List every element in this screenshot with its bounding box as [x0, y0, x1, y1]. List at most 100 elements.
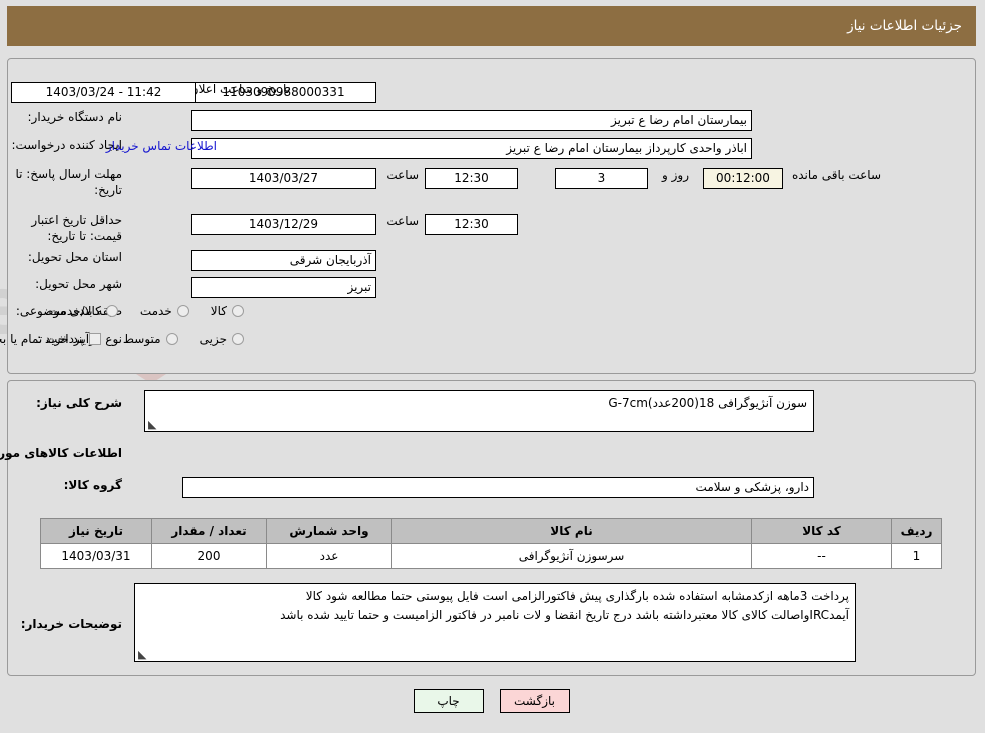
col-header-name: نام کالا — [392, 518, 753, 544]
col-header-qty: تعداد / مقدار — [152, 518, 268, 544]
cell-need-date: 1403/03/31 — [41, 543, 153, 569]
cell-name: سرسوزن آنژیوگرافی — [392, 543, 753, 569]
category-options: کالا خدمت کالا/خدمت — [28, 304, 245, 318]
buyer-contact-link-wrap: اطلاعات تماس خریدار — [107, 139, 218, 153]
response-deadline-remaining-label-wrap: ساعت باقی مانده — [793, 168, 882, 182]
radio-icon[interactable] — [177, 305, 190, 317]
cell-qty: 200 — [152, 543, 268, 569]
radio-icon[interactable] — [106, 305, 119, 317]
buyer-org-field-wrap: بیمارستان امام رضا ع تبریز — [192, 110, 753, 131]
resize-handle-icon[interactable]: ◢ — [139, 648, 149, 661]
announce-datetime-value[interactable]: 11:42 - 1403/03/24 — [12, 82, 197, 103]
table-header-row: ردیف کد کالا نام کالا واحد شمارش تعداد /… — [41, 518, 943, 544]
treasury-bond-payment-option[interactable]: پرداخت تمام یا بخشی از مبلغ خرید،از محل … — [0, 332, 102, 346]
buyer-notes-line-1: پرداخت 3ماهه ازکدمشابه استفاده شده بارگذ… — [306, 589, 850, 603]
goods-table-wrap: ردیف کد کالا نام کالا واحد شمارش تعداد /… — [41, 518, 943, 569]
purchase-type-option-minor-label: جزیی — [200, 332, 228, 346]
announce-datetime-field-wrap: 11:42 - 1403/03/24 — [12, 82, 197, 103]
category-option-goods-label: کالا — [211, 304, 228, 318]
summary-label: شرح کلی نیاز: — [37, 396, 123, 410]
response-deadline-countdown-wrap: 00:12:00 — [704, 168, 784, 189]
summary-label-wrap: شرح کلی نیاز: — [37, 396, 123, 410]
goods-group-label-wrap: گروه کالا: — [65, 478, 123, 492]
price-validity-time-wrap: 12:30 — [426, 214, 519, 235]
buyer-notes-label-wrap: توضیحات خریدار: — [22, 617, 123, 631]
price-validity-time-label: ساعت — [387, 214, 420, 228]
response-deadline-countdown: 00:12:00 — [704, 168, 784, 189]
page-header: جزئیات اطلاعات نیاز — [8, 6, 977, 46]
page-title: جزئیات اطلاعات نیاز — [848, 18, 963, 34]
col-header-unit: واحد شمارش — [267, 518, 393, 544]
goods-table: ردیف کد کالا نام کالا واحد شمارش تعداد /… — [41, 518, 943, 569]
category-option-goods-service-label: کالا/خدمت — [49, 304, 102, 318]
purchase-type-option-minor[interactable]: جزیی — [201, 332, 245, 346]
print-button[interactable]: چاپ — [414, 689, 485, 713]
buyer-org-label-wrap: نام دستگاه خریدار: — [29, 110, 124, 124]
col-header-row: ردیف — [892, 518, 943, 544]
response-deadline-time-label-wrap: ساعت — [387, 168, 420, 182]
goods-section-title: اطلاعات کالاهای مورد نیاز — [0, 446, 123, 460]
goods-group-value[interactable]: دارو، پزشکی و سلامت — [183, 477, 815, 498]
category-option-goods[interactable]: کالا — [212, 304, 245, 318]
price-validity-date[interactable]: 1403/12/29 — [192, 214, 377, 235]
treasury-bond-payment-note: پرداخت تمام یا بخشی از مبلغ خرید،از محل … — [0, 332, 85, 346]
purchase-type-option-medium-label: متوسط — [123, 332, 162, 346]
cell-code: -- — [752, 543, 893, 569]
cell-row: 1 — [892, 543, 943, 569]
price-validity-time-label-wrap: ساعت — [387, 214, 420, 228]
goods-group-label: گروه کالا: — [64, 478, 123, 492]
response-deadline-label-wrap: مهلت ارسال پاسخ: تا تاریخ: — [13, 166, 123, 198]
category-option-service[interactable]: خدمت — [141, 304, 190, 318]
response-deadline-date-wrap: 1403/03/27 — [192, 168, 377, 189]
response-deadline-days[interactable]: 3 — [556, 168, 649, 189]
radio-icon[interactable] — [233, 333, 245, 345]
response-deadline-remaining-label: ساعت باقی مانده — [792, 168, 882, 182]
category-option-goods-service[interactable]: کالا/خدمت — [50, 304, 119, 318]
delivery-province-label-wrap: استان محل تحویل: — [29, 250, 123, 264]
category-option-service-label: خدمت — [140, 304, 173, 318]
delivery-city-value[interactable]: تبریز — [192, 277, 377, 298]
summary-textarea[interactable]: سوزن آنژیوگرافی 18(200عدد)G-7cm ◢ — [145, 390, 815, 432]
purchase-type-option-medium[interactable]: متوسط — [124, 332, 179, 346]
col-header-need-date: تاریخ نیاز — [41, 518, 153, 544]
request-creator-field-wrap: اباذر واحدی کارپرداز بیمارستان امام رضا … — [192, 138, 753, 159]
radio-icon[interactable] — [233, 305, 245, 317]
response-deadline-date[interactable]: 1403/03/27 — [192, 168, 377, 189]
price-validity-date-wrap: 1403/12/29 — [192, 214, 377, 235]
buyer-contact-link[interactable]: اطلاعات تماس خریدار — [107, 139, 218, 153]
buyer-notes-label: توضیحات خریدار: — [21, 617, 123, 631]
price-validity-label: حداقل تاریخ اعتبار قیمت: تا تاریخ: — [32, 213, 123, 243]
resize-handle-icon[interactable]: ◢ — [149, 418, 159, 431]
summary-value: سوزن آنژیوگرافی 18(200عدد)G-7cm — [609, 396, 808, 410]
delivery-city-label-wrap: شهر محل تحویل: — [36, 277, 123, 291]
buyer-org-label: نام دستگاه خریدار: — [28, 110, 124, 124]
response-deadline-time-label: ساعت — [387, 168, 420, 182]
response-deadline-days-label-wrap: روز و — [663, 168, 690, 182]
delivery-city-label: شهر محل تحویل: — [36, 277, 123, 291]
buyer-notes-textarea[interactable]: پرداخت 3ماهه ازکدمشابه استفاده شده بارگذ… — [135, 583, 857, 662]
action-buttons: بازگشت چاپ — [0, 689, 985, 713]
response-deadline-days-label: روز و — [663, 168, 690, 182]
purchase-type-options: جزیی متوسط پرداخت تمام یا بخشی از مبلغ خ… — [0, 332, 245, 346]
goods-group-field-wrap: دارو، پزشکی و سلامت — [183, 477, 815, 498]
checkbox-icon[interactable] — [89, 333, 102, 345]
response-deadline-label: مهلت ارسال پاسخ: تا تاریخ: — [16, 167, 123, 197]
cell-unit: عدد — [267, 543, 393, 569]
response-deadline-time-wrap: 12:30 — [426, 168, 519, 189]
price-validity-label-wrap: حداقل تاریخ اعتبار قیمت: تا تاریخ: — [11, 212, 123, 244]
request-creator-value[interactable]: اباذر واحدی کارپرداز بیمارستان امام رضا … — [192, 138, 753, 159]
price-validity-time[interactable]: 12:30 — [426, 214, 519, 235]
buyer-notes-line-2: آیمدIRCواصالت کالای کالا معتبرداشته باشد… — [281, 608, 850, 622]
buyer-org-value[interactable]: بیمارستان امام رضا ع تبریز — [192, 110, 753, 131]
table-row: 1 -- سرسوزن آنژیوگرافی عدد 200 1403/03/3… — [41, 543, 943, 569]
response-deadline-days-wrap: 3 — [556, 168, 649, 189]
delivery-province-label: استان محل تحویل: — [28, 250, 123, 264]
delivery-province-value[interactable]: آذربایجان شرقی — [192, 250, 377, 271]
delivery-province-field-wrap: آذربایجان شرقی — [192, 250, 377, 271]
radio-icon[interactable] — [166, 333, 179, 345]
goods-section-title-wrap: اطلاعات کالاهای مورد نیاز — [0, 446, 123, 460]
back-button[interactable]: بازگشت — [500, 689, 571, 713]
response-deadline-time[interactable]: 12:30 — [426, 168, 519, 189]
col-header-code: کد کالا — [752, 518, 893, 544]
delivery-city-field-wrap: تبریز — [192, 277, 377, 298]
